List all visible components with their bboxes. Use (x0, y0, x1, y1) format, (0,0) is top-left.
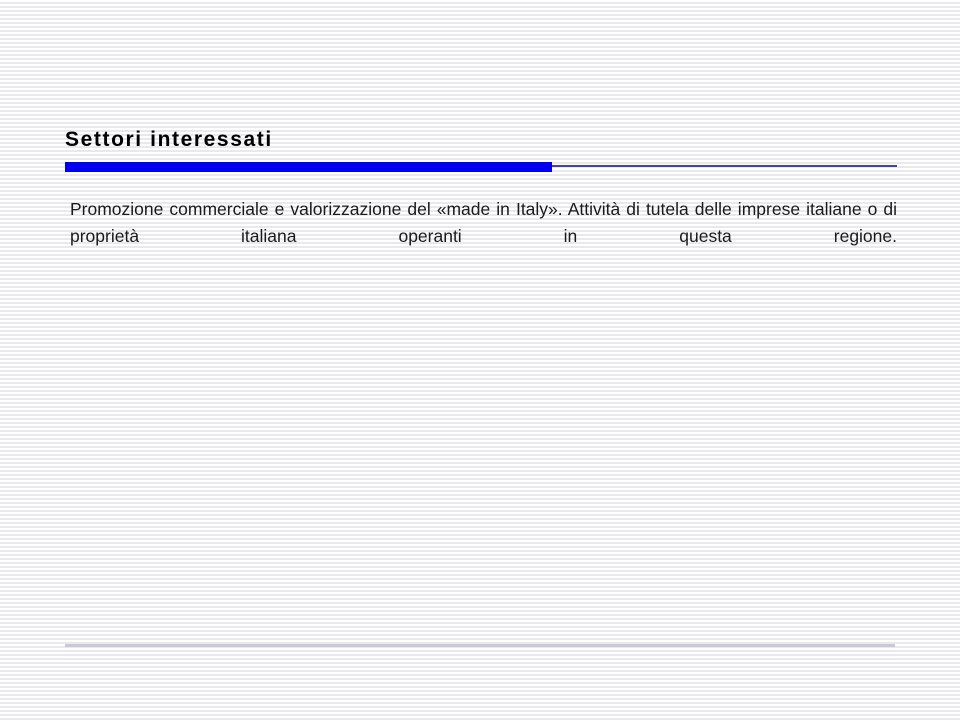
title-thin-rule (552, 165, 897, 167)
slide-canvas: Settori interessati Promozione commercia… (0, 0, 960, 720)
body-block: Promozione commerciale e valorizzazione … (70, 196, 897, 277)
footer-divider (65, 644, 895, 647)
title-accent-bar (65, 162, 552, 172)
title-block: Settori interessati (65, 126, 905, 154)
body-paragraph: Promozione commerciale e valorizzazione … (70, 199, 897, 246)
page-title: Settori interessati (65, 128, 273, 151)
title-underline-rule (65, 162, 897, 172)
